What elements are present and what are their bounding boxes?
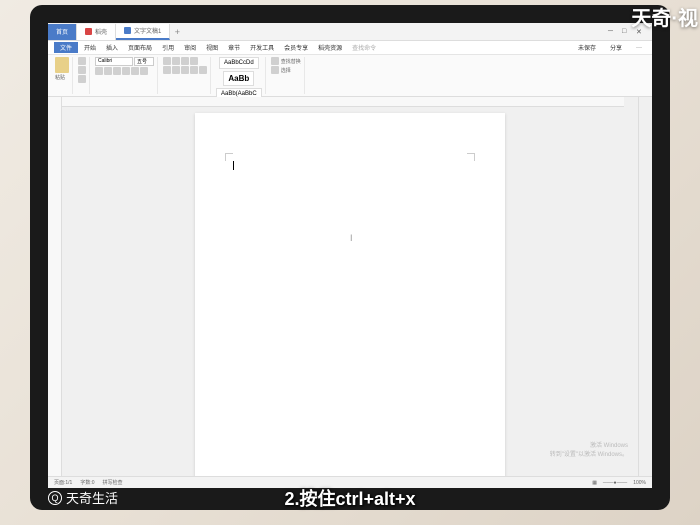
watermark-bottom-left: Q 天奇生活	[48, 488, 118, 507]
cut-icon[interactable]	[78, 57, 86, 65]
search-commands[interactable]: 查找命令	[348, 43, 380, 52]
margin-corner	[225, 153, 233, 161]
tab-home[interactable]: 首页	[48, 24, 77, 40]
new-tab-button[interactable]: +	[170, 27, 184, 37]
menu-ref[interactable]: 引用	[158, 43, 178, 52]
indent-inc-icon[interactable]	[190, 57, 198, 65]
document-area[interactable]: I 激活 Windows 转到"设置"以激活 Windows。	[62, 97, 638, 476]
select-icon[interactable]	[271, 66, 279, 74]
format-painter-icon[interactable]	[78, 75, 86, 83]
numbering-icon[interactable]	[172, 57, 180, 65]
minimize-icon[interactable]: ─	[608, 28, 616, 36]
menu-res[interactable]: 稻壳资源	[314, 43, 346, 52]
more-button[interactable]: ···	[632, 45, 646, 51]
text-cursor	[233, 161, 234, 170]
ruler-vertical	[48, 97, 62, 476]
paste-label: 粘贴	[55, 74, 69, 81]
align-right-icon[interactable]	[181, 66, 189, 74]
align-justify-icon[interactable]	[190, 66, 198, 74]
copy-icon[interactable]	[78, 66, 86, 74]
status-page[interactable]: 页面:1/1	[54, 479, 72, 486]
workspace: I 激活 Windows 转到"设置"以激活 Windows。	[48, 97, 652, 476]
align-left-icon[interactable]	[163, 66, 171, 74]
window-titlebar: 首页 稻壳 文字文稿1 + ─ □ ✕	[48, 23, 652, 41]
menu-insert[interactable]: 插入	[102, 43, 122, 52]
font-color-icon[interactable]	[131, 67, 139, 75]
doc-icon	[85, 28, 92, 35]
zoom-level[interactable]: 100%	[633, 480, 646, 486]
style-h1[interactable]: AaBb	[223, 71, 254, 86]
bold-icon[interactable]	[95, 67, 103, 75]
tab-doc1[interactable]: 稻壳	[77, 24, 116, 40]
screen: 首页 稻壳 文字文稿1 + ─ □ ✕ 文件 开始 插入 页面布局 引用 审阅 …	[48, 23, 652, 488]
paste-icon[interactable]	[55, 57, 69, 73]
strike-icon[interactable]	[122, 67, 130, 75]
highlight-icon[interactable]	[140, 67, 148, 75]
bullets-icon[interactable]	[163, 57, 171, 65]
find-icon[interactable]	[271, 57, 279, 65]
page[interactable]: I	[195, 113, 505, 476]
ibeam-cursor-icon: I	[350, 233, 353, 243]
watermark-top-right: 天奇·视	[631, 2, 698, 31]
logo-icon: Q	[48, 491, 62, 505]
menu-dev[interactable]: 开发工具	[246, 43, 278, 52]
menu-view[interactable]: 视图	[202, 43, 222, 52]
monitor-frame: 首页 稻壳 文字文稿1 + ─ □ ✕ 文件 开始 插入 页面布局 引用 审阅 …	[30, 5, 670, 510]
line-spacing-icon[interactable]	[199, 66, 207, 74]
ruler-horizontal	[62, 97, 624, 107]
indent-dec-icon[interactable]	[181, 57, 189, 65]
scrollbar-vertical[interactable]	[638, 97, 652, 476]
align-center-icon[interactable]	[172, 66, 180, 74]
zoom-slider[interactable]: ───●───	[603, 480, 627, 486]
menu-review[interactable]: 审阅	[180, 43, 200, 52]
unsaved-indicator[interactable]: 未保存	[574, 43, 600, 52]
doc-icon	[124, 27, 131, 34]
font-name-select[interactable]: Calibri	[95, 57, 133, 66]
style-normal[interactable]: AaBbCcDd	[219, 57, 259, 69]
caption-subtitle: 2.按住ctrl+alt+x	[284, 485, 415, 511]
tab-doc2[interactable]: 文字文稿1	[116, 24, 170, 40]
maximize-icon[interactable]: □	[622, 28, 630, 36]
windows-activation-watermark: 激活 Windows 转到"设置"以激活 Windows。	[550, 440, 628, 458]
menu-file[interactable]: 文件	[54, 42, 78, 53]
italic-icon[interactable]	[104, 67, 112, 75]
underline-icon[interactable]	[113, 67, 121, 75]
view-mode-icon[interactable]: ▦	[592, 480, 597, 486]
font-size-select[interactable]: 五号	[134, 57, 154, 66]
status-spell[interactable]: 拼写检查	[103, 479, 123, 486]
share-button[interactable]: 分享	[606, 43, 626, 52]
menu-vip[interactable]: 会员专享	[280, 43, 312, 52]
margin-corner	[467, 153, 475, 161]
status-words[interactable]: 字数:0	[80, 479, 94, 486]
menu-bar: 文件 开始 插入 页面布局 引用 审阅 视图 章节 开发工具 会员专享 稻壳资源…	[48, 41, 652, 55]
menu-start[interactable]: 开始	[80, 43, 100, 52]
menu-section[interactable]: 章节	[224, 43, 244, 52]
ribbon-toolbar: 粘贴 Calibri 五号	[48, 55, 652, 97]
menu-layout[interactable]: 页面布局	[124, 43, 156, 52]
